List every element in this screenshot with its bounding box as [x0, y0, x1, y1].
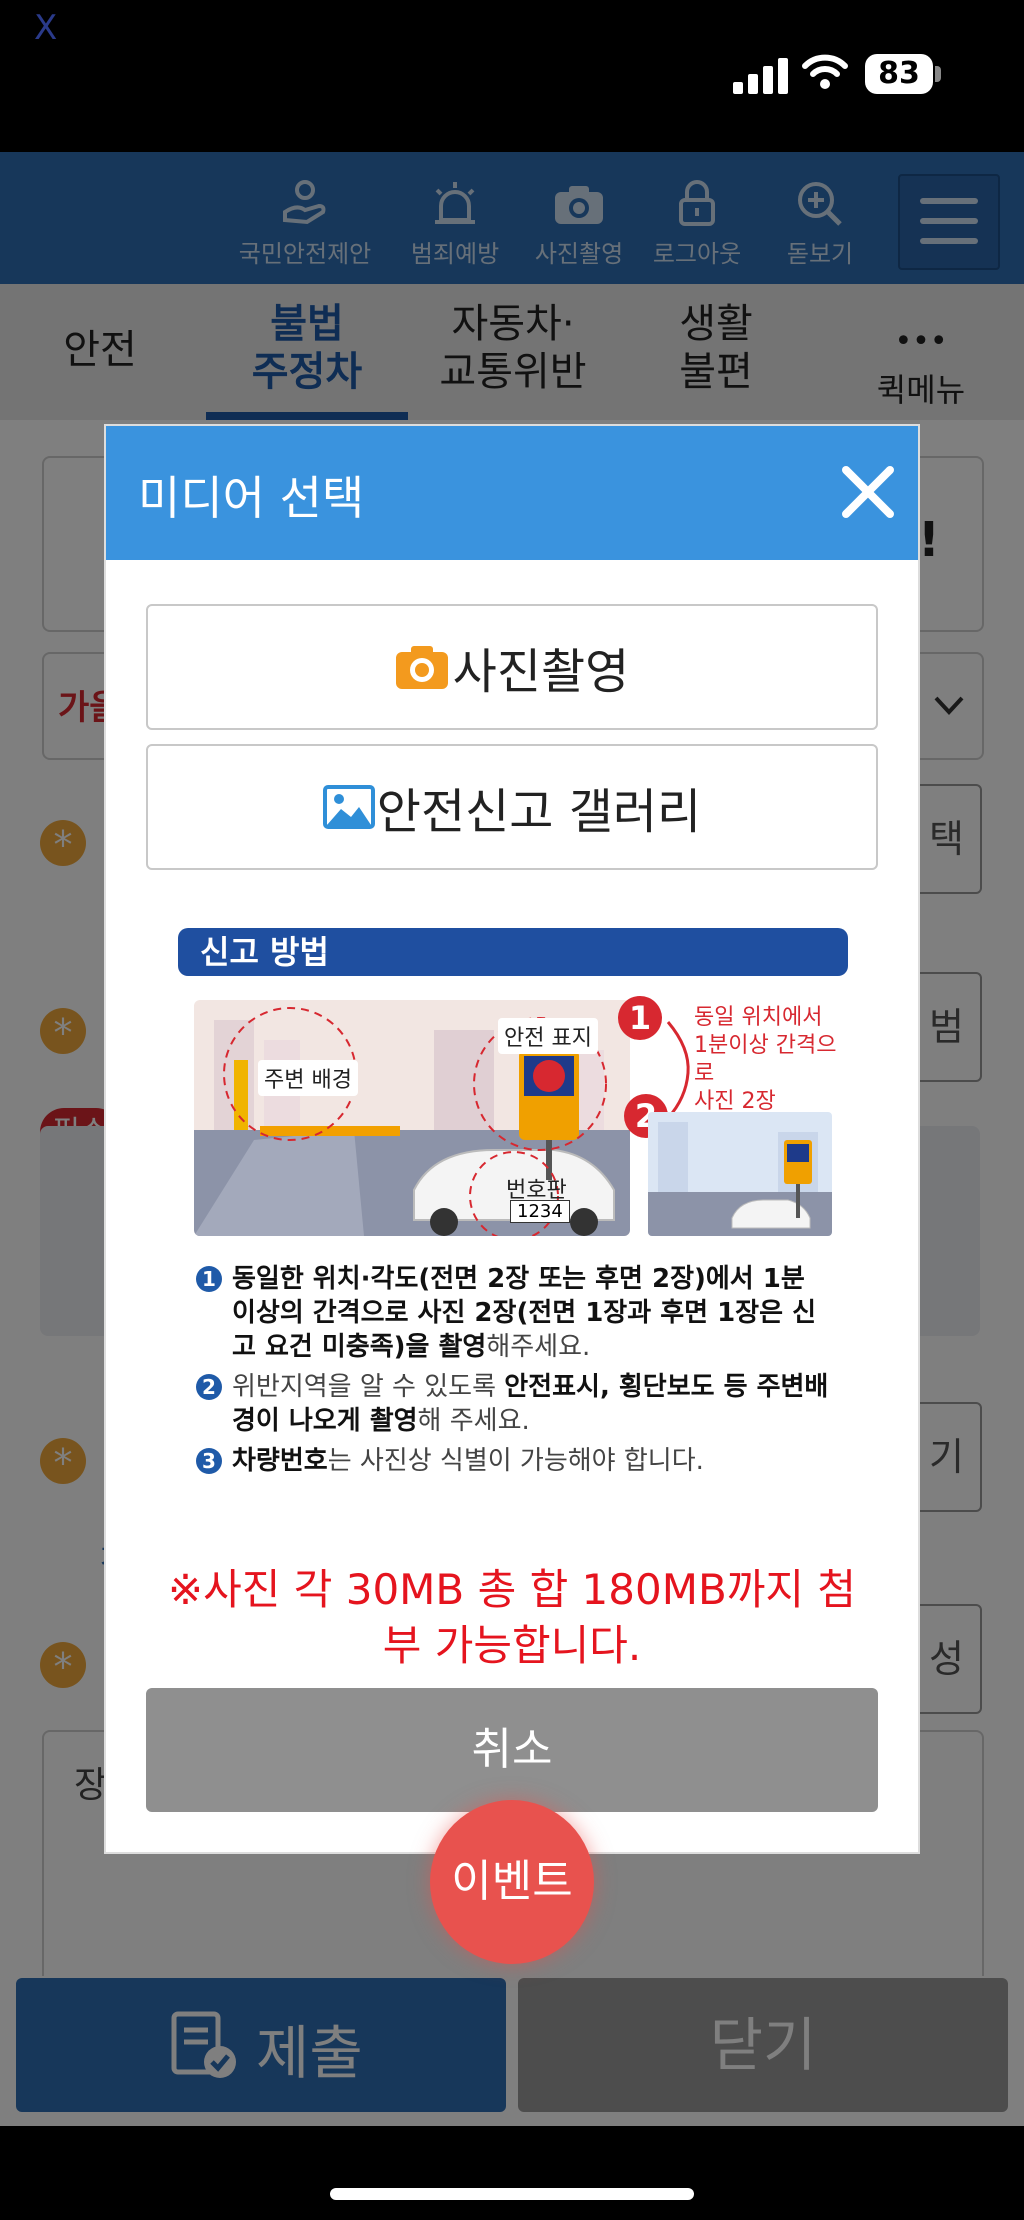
camera-icon — [395, 646, 448, 689]
guide-step-3: 3 차량번호는 사진상 식별이 가능해야 합니다. — [196, 1444, 836, 1478]
step-text: 해 주세요. — [417, 1406, 530, 1436]
step-bold-text: 차량번호 — [232, 1446, 328, 1476]
battery-indicator: 83 — [865, 54, 933, 94]
home-indicator — [330, 2188, 694, 2200]
close-x-icon[interactable] — [838, 462, 898, 522]
label-background: 주변 배경 — [258, 1060, 358, 1096]
side-note-line: 동일 위치에서 — [694, 1005, 823, 1030]
dialog-title: 미디어 선택 — [138, 471, 365, 525]
event-floating-button[interactable]: 이벤트 — [430, 1800, 594, 1964]
step-number: 2 — [196, 1374, 222, 1400]
wifi-icon — [802, 54, 848, 89]
step-text: 는 사진상 식별이 가능해야 합니다. — [327, 1446, 704, 1476]
battery-tip — [935, 66, 941, 82]
option-label: 안전신고 갤러리 — [376, 784, 702, 840]
guide-step-1: 1 동일한 위치·각도(전면 2장 또는 후면 2장)에서 1분 이상의 간격으… — [196, 1262, 836, 1364]
cancel-button[interactable]: 취소 — [146, 1688, 878, 1812]
guide-step-2: 2 위반지역을 알 수 있도록 안전표시, 횡단보도 등 주변배경이 나오게 촬… — [196, 1370, 836, 1438]
status-corner-mark: X — [34, 8, 58, 48]
status-time: 10:22 — [128, 46, 269, 97]
step-text: 위반지역을 알 수 있도록 — [232, 1372, 505, 1402]
label-safety-sign: 안전 표지 — [498, 1018, 598, 1054]
gallery-option-button[interactable]: 안전신고 갤러리 — [146, 744, 878, 870]
side-note-line: 1분이상 간격으로 — [694, 1033, 837, 1086]
cellular-signal-icon — [733, 58, 791, 94]
take-photo-option-button[interactable]: 사진촬영 — [146, 604, 878, 730]
step-text: 해주세요. — [486, 1332, 591, 1362]
guide-side-note: 동일 위치에서 1분이상 간격으로 사진 2장 — [694, 1004, 844, 1116]
step-number: 3 — [196, 1448, 222, 1474]
step-number: 1 — [196, 1266, 222, 1292]
file-size-limit-note: ※사진 각 30MB 총 합 180MB까지 첨부 가능합니다. — [167, 1565, 857, 1670]
option-label: 사진촬영 — [452, 644, 630, 700]
badge-one: 1 — [618, 996, 662, 1040]
home-indicator-area — [0, 2126, 1024, 2220]
picture-icon — [322, 785, 375, 829]
plate-number: 1234 — [510, 1200, 570, 1223]
guide-banner: 신고 방법 — [178, 928, 848, 976]
guide-illustration-small — [648, 1112, 832, 1236]
